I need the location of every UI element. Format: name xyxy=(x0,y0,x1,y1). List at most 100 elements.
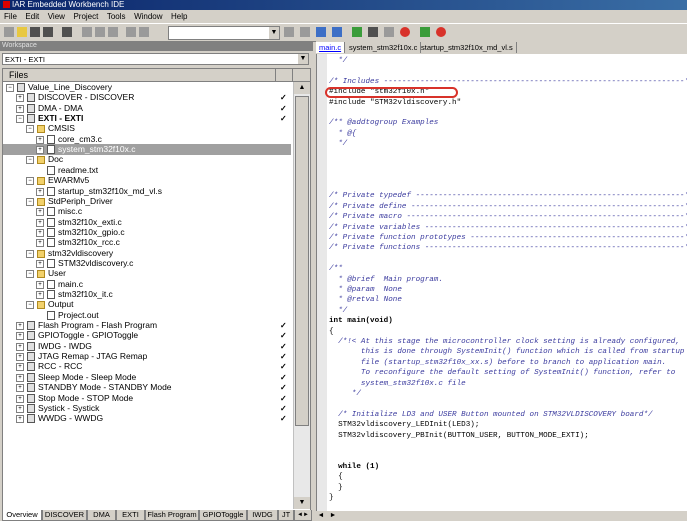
code-line[interactable]: * @param None xyxy=(329,285,687,295)
debug-icon[interactable] xyxy=(420,27,430,37)
code-line[interactable]: this is done through SystemInit() functi… xyxy=(329,347,687,357)
tree-item[interactable]: + core_cm3.c xyxy=(3,134,291,145)
code-line[interactable]: * @brief Main program. xyxy=(329,275,687,285)
expand-icon[interactable]: + xyxy=(36,146,44,155)
expand-icon[interactable]: + xyxy=(16,353,24,362)
tree-item[interactable]: + RCC - RCC ✓ xyxy=(3,361,291,372)
make-icon[interactable] xyxy=(368,27,378,37)
tab-overview[interactable]: Overview xyxy=(2,510,42,521)
compile-icon[interactable] xyxy=(352,27,362,37)
code-line[interactable]: /* Private function prototypes ---------… xyxy=(329,233,687,243)
code-line[interactable]: */ xyxy=(329,389,687,399)
code-line[interactable] xyxy=(329,503,687,511)
scroll-down-icon[interactable]: ▼ xyxy=(294,497,310,509)
tree-item[interactable]: − User xyxy=(3,268,291,279)
tree-item[interactable]: − Output xyxy=(3,299,291,310)
expand-icon[interactable]: + xyxy=(16,384,24,393)
code-line[interactable] xyxy=(329,181,687,191)
code-line[interactable]: /** @addtogroup Examples xyxy=(329,118,687,128)
code-line[interactable]: /* Private functions -------------------… xyxy=(329,243,687,253)
tab-main-c[interactable]: main.c xyxy=(316,42,346,53)
menu-project[interactable]: Project xyxy=(73,12,98,21)
scroll-left-icon[interactable]: ◄ xyxy=(316,511,326,521)
tree-item[interactable]: + stm32f10x_exti.c xyxy=(3,217,291,228)
expand-icon[interactable]: + xyxy=(36,280,44,289)
code-line[interactable]: #include "STM32vldiscovery.h" xyxy=(329,98,687,108)
code-line[interactable] xyxy=(329,66,687,76)
code-line[interactable]: } xyxy=(329,493,687,503)
collapse-icon[interactable]: − xyxy=(26,125,34,134)
code-line[interactable]: { xyxy=(329,327,687,337)
code-line[interactable] xyxy=(329,254,687,264)
collapse-icon[interactable]: − xyxy=(26,249,34,258)
find-combo[interactable]: ▼ xyxy=(168,26,280,40)
tab-flash-program[interactable]: Flash Program xyxy=(145,510,199,521)
expand-icon[interactable]: + xyxy=(16,342,24,351)
tree-item[interactable]: + main.c xyxy=(3,279,291,290)
code-line[interactable]: /* Private define ----------------------… xyxy=(329,202,687,212)
menu-window[interactable]: Window xyxy=(134,12,162,21)
tab-iwdg[interactable]: IWDG xyxy=(247,510,278,521)
tree-item[interactable]: + stm32f10x_gpio.c xyxy=(3,227,291,238)
tree-item[interactable]: − stm32vldiscovery xyxy=(3,248,291,259)
stop-build-icon[interactable] xyxy=(384,27,394,37)
scroll-right-icon[interactable]: ► xyxy=(328,511,338,521)
expand-icon[interactable]: + xyxy=(36,239,44,248)
expand-icon[interactable]: + xyxy=(36,208,44,217)
menu-help[interactable]: Help xyxy=(171,12,187,21)
code-line[interactable]: To reconfigure the default setting of Sy… xyxy=(329,368,687,378)
expand-icon[interactable]: + xyxy=(16,373,24,382)
copy-icon[interactable] xyxy=(95,27,105,37)
code-line[interactable]: /* Private typedef ---------------------… xyxy=(329,191,687,201)
code-line[interactable] xyxy=(329,108,687,118)
tab-scroll-arrows[interactable]: ◄► xyxy=(294,510,312,521)
tab-dma[interactable]: DMA xyxy=(87,510,116,521)
tab-gpiotoggle[interactable]: GPIOToggle xyxy=(199,510,247,521)
expand-icon[interactable]: + xyxy=(16,94,24,103)
collapse-icon[interactable]: − xyxy=(26,301,34,310)
editor-hscrollbar[interactable]: ◄ ► xyxy=(316,511,687,521)
tree-item[interactable]: + DISCOVER - DISCOVER ✓ xyxy=(3,92,291,103)
expand-icon[interactable]: + xyxy=(36,187,44,196)
menu-edit[interactable]: Edit xyxy=(25,12,39,21)
tree-item[interactable]: + Stop Mode - STOP Mode ✓ xyxy=(3,393,291,404)
collapse-icon[interactable]: − xyxy=(26,177,34,186)
expand-icon[interactable]: + xyxy=(16,104,24,113)
code-line[interactable]: { xyxy=(329,472,687,482)
tree-item[interactable]: + stm32f10x_rcc.c xyxy=(3,237,291,248)
open-folder-icon[interactable] xyxy=(17,27,27,37)
code-line[interactable] xyxy=(329,441,687,451)
breakpoint-icon[interactable] xyxy=(400,27,410,37)
tree-item[interactable]: + stm32f10x_it.c xyxy=(3,289,291,300)
undo-icon[interactable] xyxy=(126,27,136,37)
scroll-up-icon[interactable]: ▲ xyxy=(294,82,310,94)
tree-item[interactable]: + IWDG - IWDG ✓ xyxy=(3,341,291,352)
config-select[interactable]: EXTI - EXTI ▼ xyxy=(2,53,309,65)
tree-item[interactable]: + Systick - Systick ✓ xyxy=(3,403,291,414)
collapse-icon[interactable]: − xyxy=(16,115,24,124)
tree-item[interactable]: + startup_stm32f10x_md_vl.s xyxy=(3,186,291,197)
expand-icon[interactable]: + xyxy=(36,259,44,268)
go-to-bookmark-icon[interactable] xyxy=(332,27,342,37)
save-icon[interactable] xyxy=(30,27,40,37)
tree-item[interactable]: + JTAG Remap - JTAG Remap ✓ xyxy=(3,351,291,362)
expand-icon[interactable]: + xyxy=(36,291,44,299)
tab-jtag[interactable]: JT xyxy=(278,510,294,521)
cut-icon[interactable] xyxy=(82,27,92,37)
tree-item[interactable]: + Flash Program - Flash Program ✓ xyxy=(3,320,291,331)
collapse-icon[interactable]: − xyxy=(6,84,14,92)
code-line[interactable]: /* Private variables -------------------… xyxy=(329,223,687,233)
tab-system-stm32f10x[interactable]: system_stm32f10x.c xyxy=(346,42,422,53)
code-line[interactable]: /* Includes ----------------------------… xyxy=(329,77,687,87)
new-file-icon[interactable] xyxy=(4,27,14,37)
code-line[interactable]: } xyxy=(329,483,687,493)
tree-item[interactable]: − EXTI - EXTI ✓ xyxy=(3,113,291,124)
tree-item[interactable]: − Doc xyxy=(3,154,291,165)
expand-icon[interactable]: + xyxy=(16,332,24,341)
code-line[interactable]: /** xyxy=(329,264,687,274)
expand-icon[interactable]: + xyxy=(16,394,24,403)
paste-icon[interactable] xyxy=(108,27,118,37)
tab-startup-file[interactable]: startup_stm32f10x_md_vl.s xyxy=(418,42,517,53)
code-line[interactable] xyxy=(329,160,687,170)
save-all-icon[interactable] xyxy=(43,27,53,37)
